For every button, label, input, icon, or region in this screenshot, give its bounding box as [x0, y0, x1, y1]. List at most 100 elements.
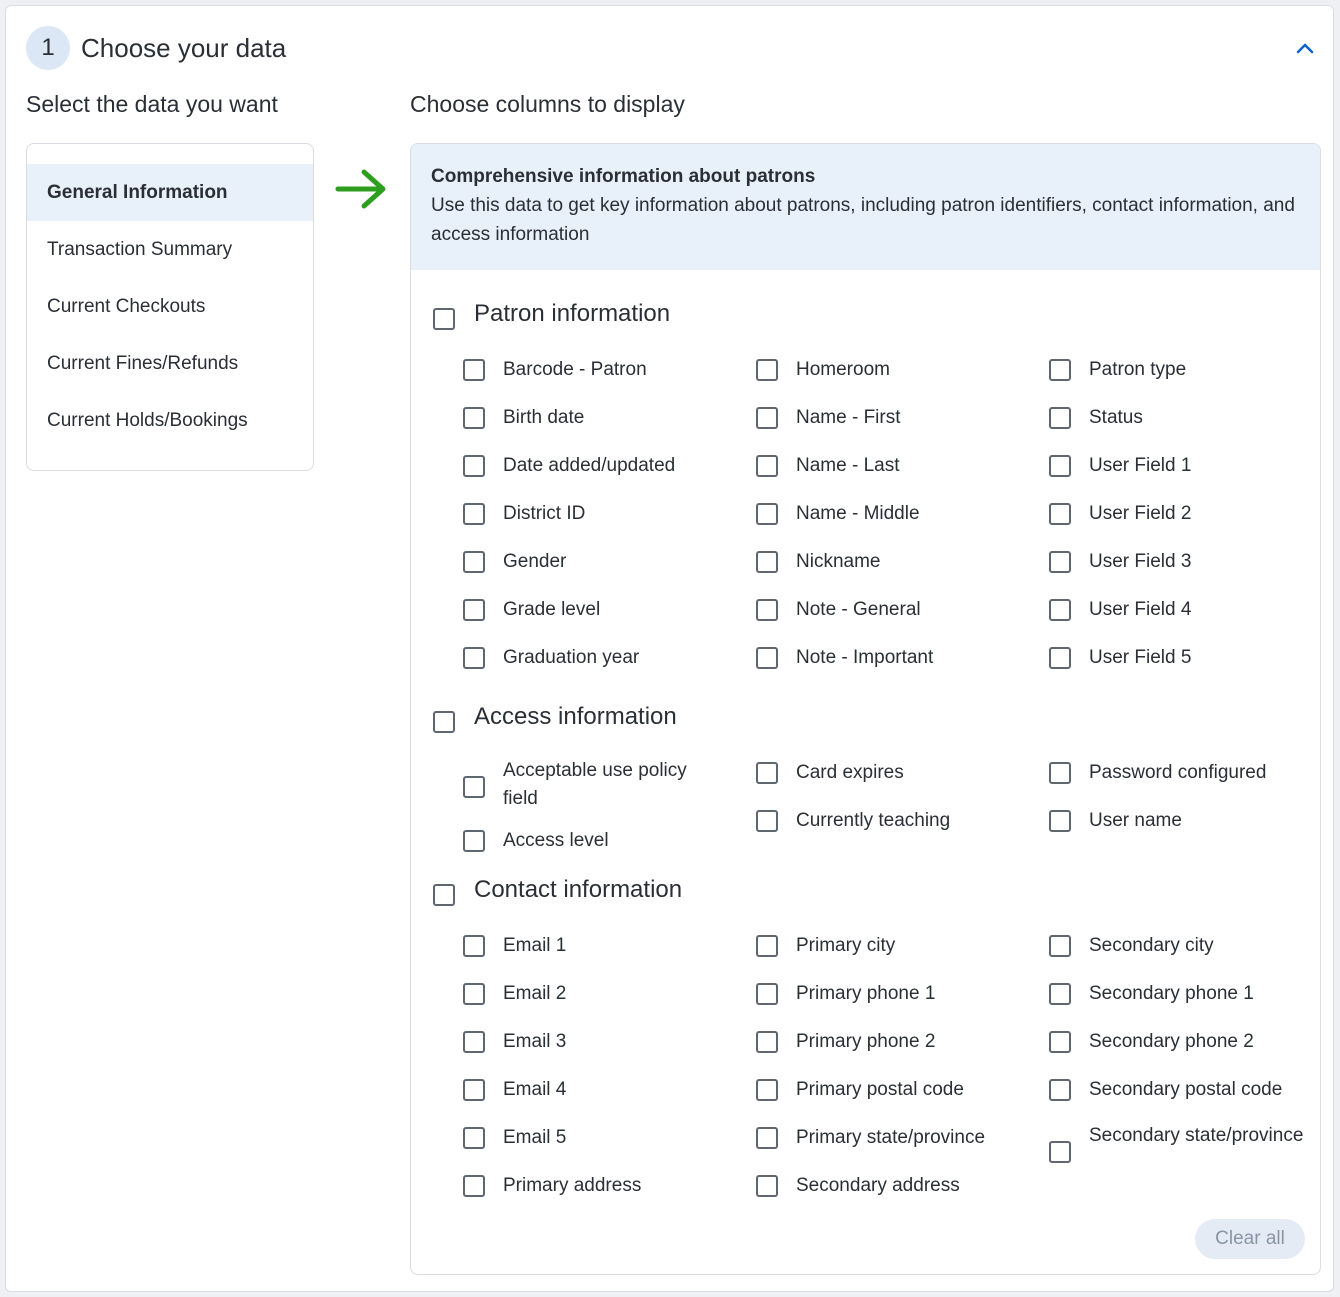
column-label: User Field 2 — [1089, 503, 1192, 524]
right-heading: Choose columns to display — [410, 91, 685, 117]
column-label: Grade level — [503, 599, 601, 620]
group-checkbox[interactable] — [433, 308, 455, 330]
group-label: Contact information — [474, 876, 683, 903]
column-checkbox[interactable] — [756, 1127, 778, 1149]
column-label: Secondary city — [1089, 935, 1214, 956]
column-label: Email 3 — [503, 1031, 567, 1052]
data-source-list: General Information Transaction Summary Cu… — [26, 143, 314, 471]
column-label: User Field 5 — [1089, 647, 1192, 668]
step-header: 1 Choose your data — [26, 26, 286, 70]
column-checkbox[interactable] — [463, 647, 485, 669]
column-checkbox[interactable] — [1049, 1031, 1071, 1053]
column-checkbox[interactable] — [1049, 359, 1071, 381]
column-checkbox[interactable] — [463, 1031, 485, 1053]
column-label: Email 2 — [503, 983, 567, 1004]
column-checkbox[interactable] — [1049, 935, 1071, 957]
column-label: Secondary phone 2 — [1089, 1031, 1254, 1052]
column-checkbox[interactable] — [1049, 810, 1071, 832]
column-checkbox[interactable] — [756, 935, 778, 957]
column-label: Email 4 — [503, 1079, 567, 1100]
column-checkbox[interactable] — [463, 599, 485, 621]
column-label: Primary state/province — [796, 1127, 986, 1148]
column-checkbox[interactable] — [463, 455, 485, 477]
column-checkbox[interactable] — [756, 599, 778, 621]
column-checkbox[interactable] — [463, 830, 485, 852]
group-label: Patron information — [474, 300, 671, 327]
column-checkbox[interactable] — [756, 983, 778, 1005]
column-label: Name - First — [796, 407, 901, 428]
description-text: Use this data to get key information abo… — [431, 195, 1295, 245]
column-checkbox[interactable] — [1049, 1079, 1071, 1101]
data-source-item[interactable]: General Information — [27, 164, 313, 221]
column-label: User name — [1089, 810, 1182, 831]
column-checkbox[interactable] — [463, 935, 485, 957]
column-label: User Field 3 — [1089, 551, 1192, 572]
column-checkbox[interactable] — [463, 359, 485, 381]
step-number-badge: 1 — [26, 26, 70, 70]
column-label: Email 1 — [503, 935, 567, 956]
column-checkbox[interactable] — [1049, 407, 1071, 429]
column-label: Secondary state/province — [1089, 1125, 1304, 1146]
column-checkbox[interactable] — [463, 1175, 485, 1197]
column-checkbox[interactable] — [756, 762, 778, 784]
left-heading: Select the data you want — [26, 91, 278, 117]
column-checkbox[interactable] — [1049, 503, 1071, 525]
column-label: User Field 1 — [1089, 455, 1192, 476]
column-checkbox[interactable] — [1049, 647, 1071, 669]
column-checkbox[interactable] — [756, 359, 778, 381]
column-label: Secondary phone 1 — [1089, 983, 1254, 1004]
chevron-up-icon — [1296, 43, 1314, 54]
column-checkbox[interactable] — [756, 647, 778, 669]
column-checkbox[interactable] — [756, 407, 778, 429]
column-label: Card expires — [796, 762, 904, 783]
column-checkbox[interactable] — [756, 810, 778, 832]
column-checkbox[interactable] — [756, 551, 778, 573]
column-label: Access level — [503, 830, 609, 851]
column-label: Date added/updated — [503, 455, 676, 476]
column-checkbox[interactable] — [756, 1031, 778, 1053]
column-checkbox[interactable] — [1049, 551, 1071, 573]
column-label: Name - Middle — [796, 503, 920, 524]
column-label: Homeroom — [796, 359, 890, 380]
column-label: Barcode - Patron — [503, 359, 647, 380]
column-label: District ID — [503, 503, 586, 524]
column-label: Gender — [503, 551, 567, 572]
data-source-item[interactable]: Current Holds/Bookings — [27, 392, 313, 449]
column-label: Status — [1089, 407, 1143, 428]
column-checkbox[interactable] — [463, 1127, 485, 1149]
column-label: Secondary postal code — [1089, 1079, 1283, 1100]
description-title: Comprehensive information about patrons — [431, 166, 816, 187]
column-checkbox[interactable] — [463, 983, 485, 1005]
column-checkbox[interactable] — [1049, 983, 1071, 1005]
column-label: Primary city — [796, 935, 896, 956]
column-label: User Field 4 — [1089, 599, 1192, 620]
column-checkbox[interactable] — [463, 407, 485, 429]
column-label: Birth date — [503, 407, 585, 428]
column-checkbox[interactable] — [463, 551, 485, 573]
column-checkbox[interactable] — [463, 1079, 485, 1101]
group-checkbox[interactable] — [433, 884, 455, 906]
group-checkbox[interactable] — [433, 711, 455, 733]
data-source-item[interactable]: Current Checkouts — [27, 278, 313, 335]
column-checkbox[interactable] — [1049, 762, 1071, 784]
data-source-item[interactable]: Transaction Summary — [27, 221, 313, 278]
column-checkbox[interactable] — [1049, 599, 1071, 621]
step-title: Choose your data — [81, 32, 287, 63]
column-checkbox[interactable] — [756, 455, 778, 477]
collapse-button[interactable] — [1291, 34, 1319, 62]
column-checkbox[interactable] — [1049, 1141, 1071, 1163]
data-source-item[interactable]: Current Fines/Refunds — [27, 335, 313, 392]
column-checkbox[interactable] — [1049, 455, 1071, 477]
column-label: Note - Important — [796, 647, 934, 668]
column-checkbox[interactable] — [463, 776, 485, 798]
choose-data-card: 1 Choose your data Select the data you w… — [5, 5, 1334, 1292]
column-checkbox[interactable] — [756, 1079, 778, 1101]
column-label: Nickname — [796, 551, 881, 572]
clear-all-button[interactable]: Clear all — [1195, 1219, 1305, 1259]
column-label: Note - General — [796, 599, 921, 620]
column-label: Primary address — [503, 1175, 642, 1196]
column-checkbox[interactable] — [756, 1175, 778, 1197]
column-label: Graduation year — [503, 647, 640, 668]
column-checkbox[interactable] — [756, 503, 778, 525]
column-checkbox[interactable] — [463, 503, 485, 525]
